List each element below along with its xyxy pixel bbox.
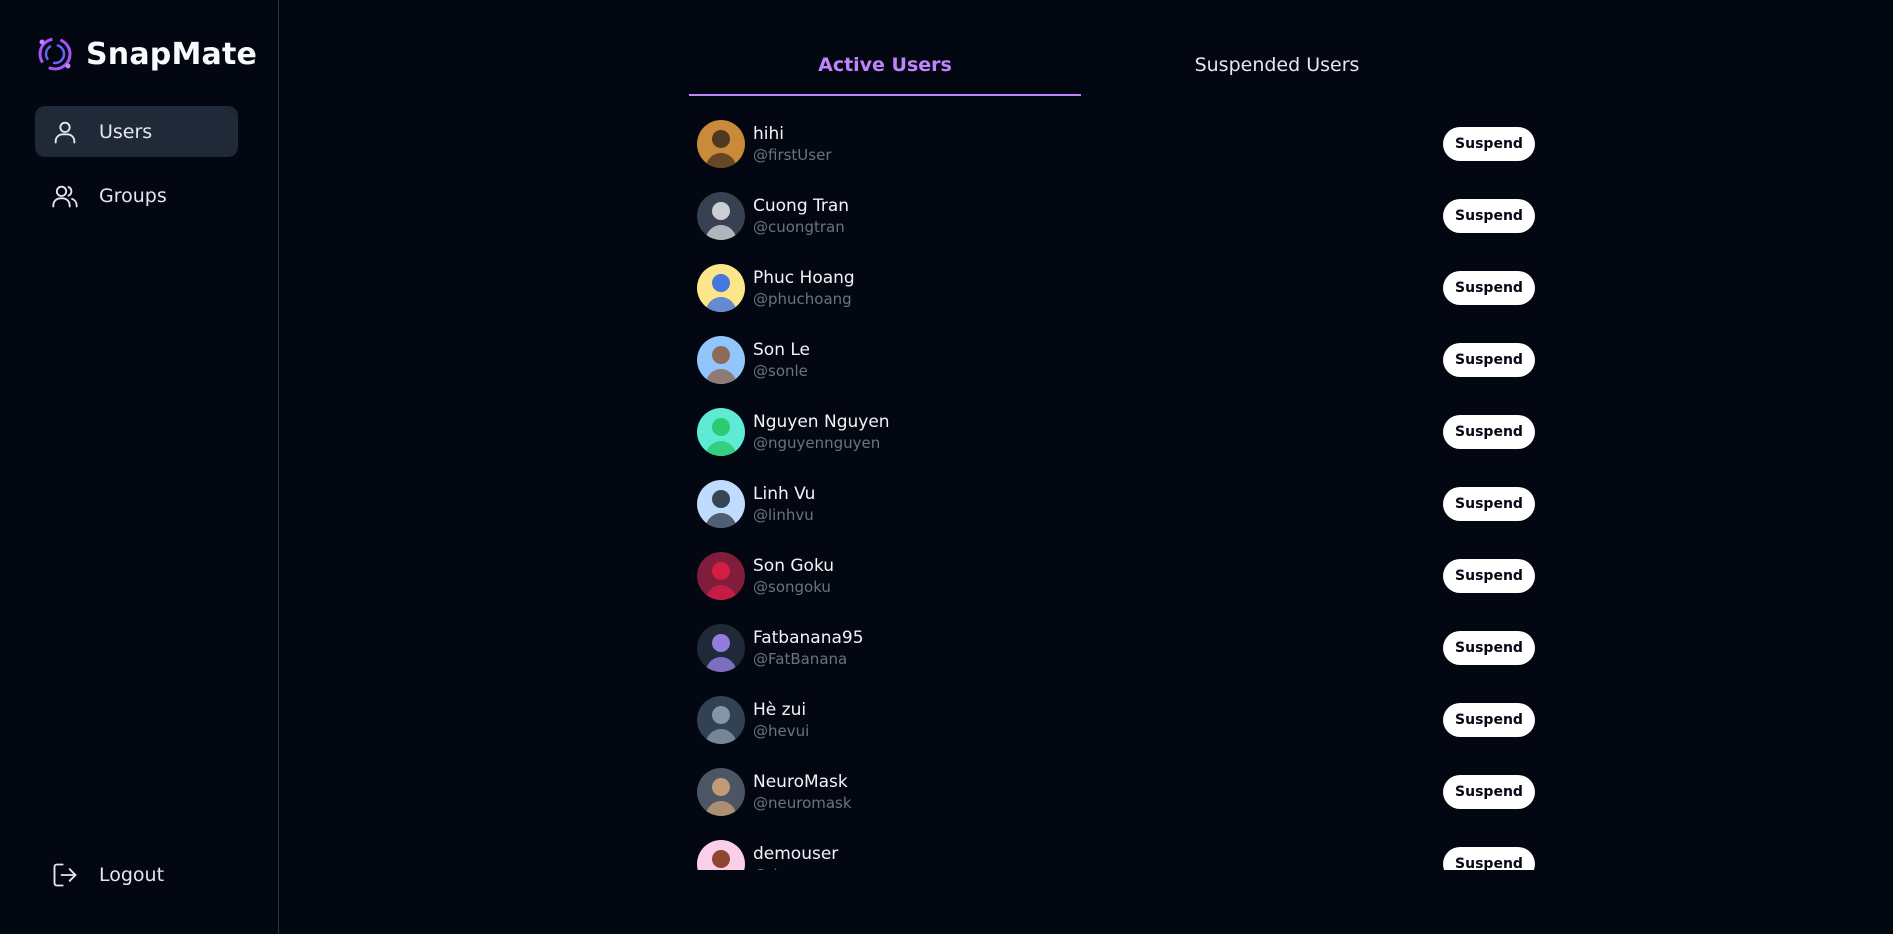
user-icon [54, 121, 76, 143]
user-name[interactable]: Fatbanana95 [753, 628, 864, 648]
avatar[interactable] [697, 768, 745, 816]
suspend-button[interactable]: Suspend [1443, 775, 1535, 809]
user-name[interactable]: demouser [753, 844, 843, 864]
suspend-button[interactable]: Suspend [1443, 559, 1535, 593]
users-icon [52, 185, 78, 207]
list-item: Fatbanana95 @FatBanana Suspend [697, 612, 1535, 684]
user-info: Hè zui @hevui [753, 700, 809, 740]
user-handle: @linhvu [753, 506, 814, 525]
user-handle: @demouser [753, 866, 843, 870]
avatar-image [697, 840, 745, 870]
avatar-image [697, 552, 745, 600]
tab-active-users[interactable]: Active Users [689, 40, 1081, 96]
user-name[interactable]: Cuong Tran [753, 196, 849, 216]
avatar[interactable] [697, 336, 745, 384]
user-name[interactable]: NeuroMask [753, 772, 852, 792]
user-handle: @sonle [753, 362, 808, 381]
avatar-image [697, 696, 745, 744]
avatar[interactable] [697, 840, 745, 870]
sidebar-nav: Users Groups [35, 106, 238, 234]
avatar-image [697, 768, 745, 816]
user-info: Phuc Hoang @phuchoang [753, 268, 855, 308]
avatar[interactable] [697, 408, 745, 456]
user-info: Nguyen Nguyen @nguyennguyen [753, 412, 890, 452]
snapmate-logo-icon [38, 37, 72, 71]
user-handle: @hevui [753, 722, 810, 741]
list-item: Phuc Hoang @phuchoang Suspend [697, 252, 1535, 324]
user-info: NeuroMask @neuromask [753, 772, 852, 812]
user-tabs: Active Users Suspended Users [689, 40, 1473, 96]
suspend-button[interactable]: Suspend [1443, 415, 1535, 449]
avatar-image [697, 264, 745, 312]
user-name[interactable]: Nguyen Nguyen [753, 412, 890, 432]
avatar-image [697, 336, 745, 384]
avatar[interactable] [697, 192, 745, 240]
brand[interactable]: SnapMate [34, 32, 257, 76]
user-info: Linh Vu @linhvu [753, 484, 815, 524]
sidebar-item-label: Groups [99, 184, 167, 207]
suspend-button[interactable]: Suspend [1443, 847, 1535, 870]
user-handle: @phuchoang [753, 290, 852, 309]
logout-label: Logout [99, 864, 165, 886]
avatar[interactable] [697, 696, 745, 744]
user-handle: @neuromask [753, 794, 852, 813]
avatar-image [697, 624, 745, 672]
suspend-button[interactable]: Suspend [1443, 199, 1535, 233]
user-info: Fatbanana95 @FatBanana [753, 628, 864, 668]
user-handle: @cuongtran [753, 218, 845, 237]
user-name[interactable]: Hè zui [753, 700, 809, 720]
tab-suspended-users[interactable]: Suspended Users [1081, 40, 1473, 96]
suspend-button[interactable]: Suspend [1443, 127, 1535, 161]
suspend-button[interactable]: Suspend [1443, 487, 1535, 521]
logout-button[interactable]: Logout [35, 850, 238, 900]
avatar[interactable] [697, 552, 745, 600]
user-name[interactable]: Phuc Hoang [753, 268, 855, 288]
user-handle: @firstUser [753, 146, 832, 165]
list-item: demouser @demouser Suspend [697, 828, 1535, 870]
app-root: SnapMate Users Groups Logout Active User… [0, 0, 1893, 934]
avatar-image [697, 192, 745, 240]
user-info: Son Goku @songoku [753, 556, 834, 596]
list-item: Son Le @sonle Suspend [697, 324, 1535, 396]
user-info: hihi @firstUser [753, 124, 832, 164]
user-handle: @FatBanana [753, 650, 848, 669]
user-info: Cuong Tran @cuongtran [753, 196, 849, 236]
suspend-button[interactable]: Suspend [1443, 271, 1535, 305]
main-content: Active Users Suspended Users hihi @firstU… [280, 0, 1893, 934]
user-name[interactable]: Son Le [753, 340, 810, 360]
sidebar-item-users[interactable]: Users [35, 106, 238, 157]
sidebar-item-groups[interactable]: Groups [35, 170, 238, 221]
logout-icon [53, 863, 77, 887]
list-item: Cuong Tran @cuongtran Suspend [697, 180, 1535, 252]
avatar[interactable] [697, 624, 745, 672]
sidebar-item-label: Users [99, 120, 153, 143]
user-list[interactable]: hihi @firstUser Suspend Cuong Tran @cuongtra… [697, 108, 1535, 870]
avatar[interactable] [697, 264, 745, 312]
avatar[interactable] [697, 120, 745, 168]
suspend-button[interactable]: Suspend [1443, 631, 1535, 665]
user-name[interactable]: Son Goku [753, 556, 834, 576]
avatar[interactable] [697, 480, 745, 528]
list-item: NeuroMask @neuromask Suspend [697, 756, 1535, 828]
list-item: Nguyen Nguyen @nguyennguyen Suspend [697, 396, 1535, 468]
user-name[interactable]: hihi [753, 124, 832, 144]
user-handle: @nguyennguyen [753, 434, 881, 453]
list-item: Son Goku @songoku Suspend [697, 540, 1535, 612]
suspend-button[interactable]: Suspend [1443, 343, 1535, 377]
brand-name: SnapMate [86, 36, 258, 72]
list-item: Linh Vu @linhvu Suspend [697, 468, 1535, 540]
sidebar: SnapMate Users Groups Logout [0, 0, 279, 934]
user-info: Son Le @sonle [753, 340, 810, 380]
list-item: Hè zui @hevui Suspend [697, 684, 1535, 756]
suspend-button[interactable]: Suspend [1443, 703, 1535, 737]
avatar-image [697, 480, 745, 528]
avatar-image [697, 120, 745, 168]
user-info: demouser @demouser [753, 844, 843, 870]
user-handle: @songoku [753, 578, 831, 597]
user-name[interactable]: Linh Vu [753, 484, 815, 504]
list-item: hihi @firstUser Suspend [697, 108, 1535, 180]
avatar-image [697, 408, 745, 456]
